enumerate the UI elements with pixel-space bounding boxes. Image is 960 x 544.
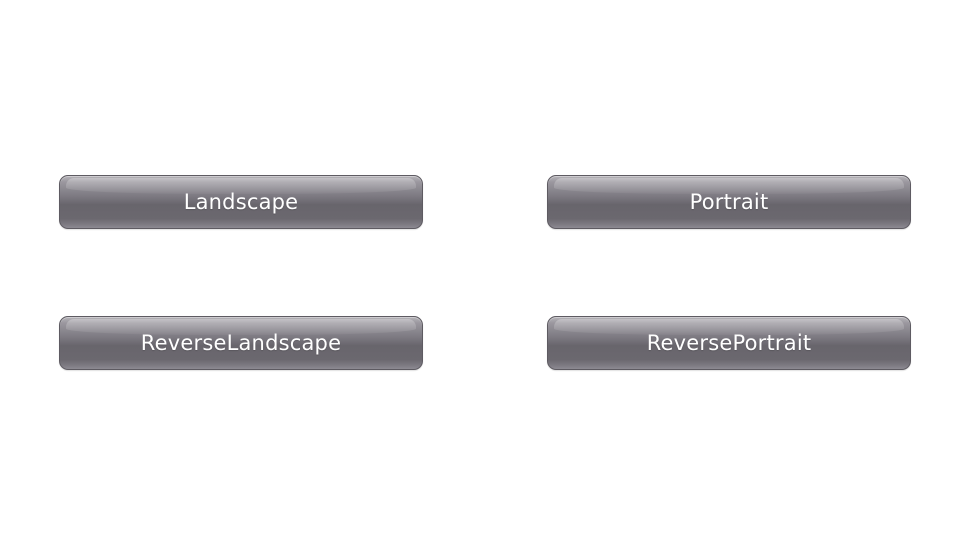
orientation-screen: Landscape Portrait ReverseLandscape Reve… [0, 0, 960, 544]
reverse-portrait-button[interactable]: ReversePortrait [547, 316, 911, 370]
landscape-button[interactable]: Landscape [59, 175, 423, 229]
reverse-landscape-button[interactable]: ReverseLandscape [59, 316, 423, 370]
reverse-landscape-button-label: ReverseLandscape [140, 331, 342, 355]
portrait-button-label: Portrait [689, 190, 769, 214]
portrait-button[interactable]: Portrait [547, 175, 911, 229]
reverse-portrait-button-label: ReversePortrait [646, 331, 812, 355]
landscape-button-label: Landscape [183, 190, 299, 214]
